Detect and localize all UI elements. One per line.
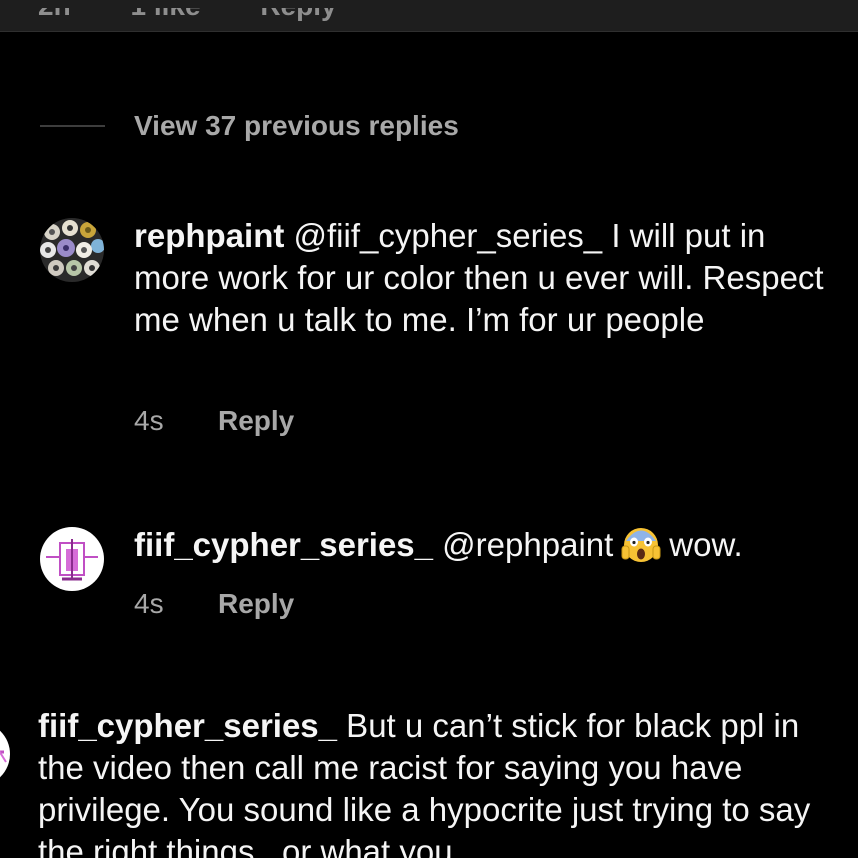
comment-username[interactable]: fiif_cypher_series_: [134, 526, 433, 563]
spray-caps-avatar-icon: [40, 218, 104, 282]
avatar-fiif-cypher-series[interactable]: [40, 527, 104, 591]
previous-comment-reply-button[interactable]: Reply: [260, 8, 336, 21]
comment-meta: 4s Reply: [134, 405, 294, 437]
reply-button[interactable]: Reply: [218, 405, 294, 437]
comment-mention[interactable]: @rephpaint: [433, 526, 613, 563]
screaming-face-emoji-icon: [621, 528, 661, 562]
avatar-rephpaint[interactable]: [40, 218, 104, 282]
comment-body: rephpaint @fiif_cypher_series_ I will pu…: [134, 215, 834, 341]
thread-divider-line: [40, 125, 105, 127]
previous-comment-actions: 2h 1 like Reply: [38, 8, 389, 30]
cypher-logo-avatar-icon: [40, 527, 104, 591]
comment-username[interactable]: rephpaint: [134, 217, 284, 254]
comment-body: fiif_cypher_series_ But u can’t stick fo…: [38, 705, 838, 858]
comment-time: 4s: [134, 405, 164, 436]
comment-username[interactable]: fiif_cypher_series_: [38, 707, 337, 744]
comment-text: wow.: [669, 526, 743, 563]
previous-comment-like-button[interactable]: 1 like: [130, 8, 200, 21]
cypher-logo-avatar-icon: [0, 722, 10, 786]
comment-time: 4s: [134, 588, 164, 619]
reply-button[interactable]: Reply: [218, 588, 294, 620]
comments-screen: 2h 1 like Reply View 37 previous replies: [0, 0, 858, 858]
comment-body: fiif_cypher_series_ @rephpaint wow.: [134, 524, 844, 566]
view-previous-replies-label: View 37 previous replies: [134, 110, 459, 141]
previous-comment-time: 2h: [38, 8, 71, 21]
avatar-fiif-cypher-series-main[interactable]: [0, 722, 10, 786]
comment-meta: 4s Reply: [134, 588, 294, 620]
view-previous-replies-button[interactable]: View 37 previous replies: [40, 110, 459, 142]
